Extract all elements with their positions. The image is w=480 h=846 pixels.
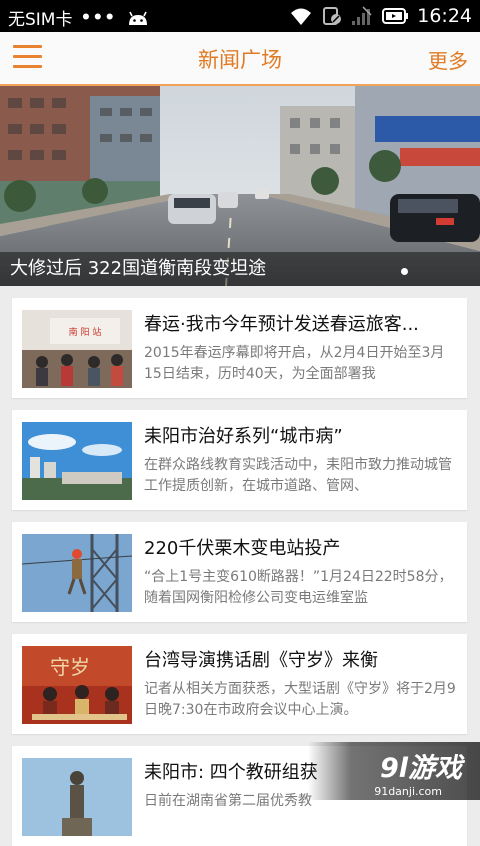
station-sign: 南 阳 站 — [69, 326, 102, 338]
news-headline: 春运·我市今年预计发送春运旅客... — [144, 310, 462, 336]
watermark: 9l游戏 91danji.com — [308, 742, 480, 800]
no-sim-icon — [321, 6, 343, 26]
news-headline: 220千伏栗木变电站投产 — [144, 534, 462, 560]
news-summary: 在群众路线教育实践活动中，耒阳市致力推动城管工作提质创新，在城市道路、管网、 — [144, 455, 462, 497]
more-button[interactable]: 更多 — [428, 45, 468, 74]
news-headline: 耒阳市治好系列“城市病” — [144, 422, 462, 448]
news-summary: “合上1号主变610断路器！”1月24日22时58分，随着国网衡阳检修公司变电运… — [144, 567, 462, 609]
news-thumbnail — [22, 758, 132, 836]
carousel-dot-active — [401, 268, 408, 275]
poster-text: 守岁 — [50, 655, 90, 679]
news-summary: 记者从相关方面获悉，大型话剧《守岁》将于2月9日晚7:30在市政府会议中心上演。 — [144, 679, 462, 721]
watermark-brand: 9l游戏 — [380, 746, 462, 785]
watermark-site: 91danji.com — [374, 785, 442, 798]
carrier-label: 无SIM卡 — [8, 5, 72, 30]
hero-banner[interactable]: 大修过后 322国道衡南段变坦途 — [0, 86, 480, 286]
hero-caption: 大修过后 322国道衡南段变坦途 — [10, 254, 266, 280]
android-icon — [126, 9, 150, 27]
news-item[interactable]: 耒阳市治好系列“城市病” 在群众路线教育实践活动中，耒阳市致力推动城管工作提质创… — [12, 410, 467, 510]
news-thumbnail — [22, 534, 132, 612]
carousel-indicator — [401, 268, 408, 275]
news-headline: 台湾导演携话剧《守岁》来衡 — [144, 646, 462, 672]
news-thumbnail — [22, 422, 132, 500]
news-item[interactable]: 南 阳 站 春运·我市今年预计发送春运旅客... 2015年春运序幕即将开启，从… — [12, 298, 467, 398]
page-title: 新闻广场 — [0, 44, 480, 74]
notification-dots: ••• — [80, 8, 116, 28]
status-bar: 无SIM卡 ••• — [0, 0, 480, 32]
signal-icon — [351, 6, 373, 26]
wifi-icon — [289, 6, 313, 26]
app-header: 新闻广场 更多 — [0, 32, 480, 86]
news-item[interactable]: 220千伏栗木变电站投产 “合上1号主变610断路器！”1月24日22时58分，… — [12, 522, 467, 622]
clock: 16:24 — [417, 5, 472, 27]
news-item[interactable]: 守岁 台湾导演携话剧《守岁》来衡 记者从相关方面获悉，大型话剧《守岁》将于2月9… — [12, 634, 467, 734]
battery-icon — [381, 6, 409, 26]
news-thumbnail: 守岁 — [22, 646, 132, 724]
news-thumbnail: 南 阳 站 — [22, 310, 132, 388]
news-summary: 2015年春运序幕即将开启，从2月4日开始至3月15日结束，历时40天，为全面部… — [144, 343, 462, 385]
